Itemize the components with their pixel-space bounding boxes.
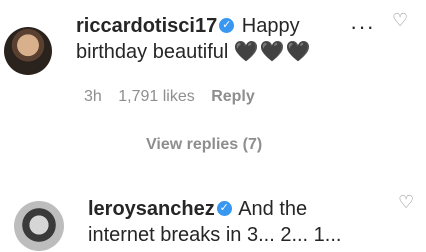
heart-outline-icon[interactable]: ♡ xyxy=(392,10,408,31)
comment-meta: 3h 1,791 likes Reply xyxy=(84,88,267,106)
comment-text-line1: Happy xyxy=(241,15,300,37)
comment-username[interactable]: leroysanchez xyxy=(88,198,215,220)
verified-badge-icon: ✓ xyxy=(219,17,235,33)
comment-text-line2: birthday beautiful xyxy=(76,41,229,63)
comment-likes[interactable]: 1,791 likes xyxy=(118,88,195,105)
comment-time: 3h xyxy=(84,88,102,105)
black-heart-emoji: 🖤🖤🖤 xyxy=(233,41,312,63)
comment-body: leroysanchez ✓ And the internet breaks in… xyxy=(88,196,378,248)
view-replies-button[interactable]: View replies (7) xyxy=(146,136,262,154)
verified-badge-icon: ✓ xyxy=(216,200,232,216)
more-options-icon[interactable]: ··· xyxy=(350,16,375,38)
avatar-riccardotisci17[interactable] xyxy=(4,27,52,75)
reply-button[interactable]: Reply xyxy=(211,88,255,105)
comment-body: riccardotisci17 ✓ Happy birthday beautifu… xyxy=(76,13,346,65)
heart-outline-icon[interactable]: ♡ xyxy=(398,192,414,213)
comment-username[interactable]: riccardotisci17 xyxy=(76,15,217,37)
avatar-leroysanchez[interactable] xyxy=(14,201,64,251)
